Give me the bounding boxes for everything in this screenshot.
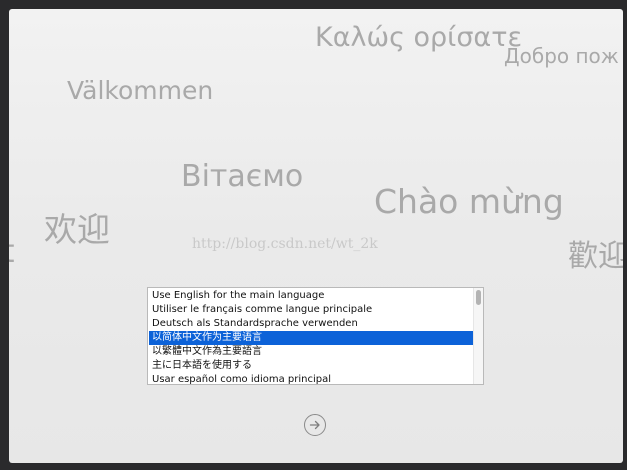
language-item-french[interactable]: Utiliser le français comme langue princi… [149, 303, 475, 317]
greeting-swedish: Välkommen [67, 76, 214, 105]
language-list[interactable]: Use English for the main language Utilis… [147, 287, 484, 385]
language-item-english[interactable]: Use English for the main language [149, 289, 475, 303]
greeting-chinese-traditional: 歡迎 [568, 239, 623, 274]
arrow-right-circle-icon [309, 420, 320, 430]
list-scrollbar[interactable] [473, 288, 483, 384]
welcome-panel: Καλώς ορίσατε Добро пож Välkommen Вітаєм… [9, 9, 623, 463]
next-button[interactable] [304, 414, 326, 436]
language-item-german[interactable]: Deutsch als Standardsprache verwenden [149, 317, 475, 331]
language-item-japanese[interactable]: 主に日本語を使用する [149, 359, 475, 373]
greeting-russian: Добро пож [504, 44, 619, 68]
language-item-chinese-traditional[interactable]: 以繁體中文作為主要語言 [149, 345, 475, 359]
greeting-chinese-simplified: 欢迎 [44, 210, 110, 249]
greeting-vietnamese: Chào mừng [374, 182, 564, 221]
greeting-greek: Καλώς ορίσατε [315, 22, 523, 53]
scrollbar-thumb[interactable] [476, 290, 481, 305]
greeting-partial-left: t [9, 232, 15, 270]
greeting-ukrainian: Вітаємо [181, 159, 304, 194]
language-item-spanish[interactable]: Usar español como idioma principal [149, 373, 475, 384]
language-item-chinese-simplified[interactable]: 以简体中文作为主要语言 [149, 331, 475, 345]
watermark-text: http://blog.csdn.net/wt_2k [192, 236, 378, 252]
